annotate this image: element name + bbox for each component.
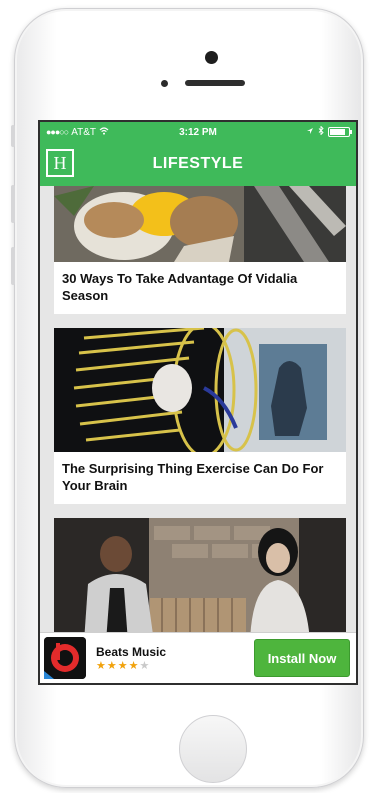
section-header: H LIFESTYLE	[40, 142, 356, 186]
signal-strength-icon: ●●●○○	[46, 127, 69, 137]
star-icon: ★	[117, 659, 129, 672]
wifi-icon	[99, 126, 109, 138]
phone-screen: ●●●○○ AT&T 3:12 PM H LIFESTYLE 30 Ways T…	[38, 120, 358, 685]
huffpost-logo-button[interactable]: H	[46, 149, 74, 177]
install-now-button[interactable]: Install Now	[254, 639, 350, 677]
status-bar: ●●●○○ AT&T 3:12 PM	[40, 122, 356, 142]
ad-banner[interactable]: Beats Music ★★★★★ Install Now	[40, 632, 356, 683]
article-card[interactable]	[54, 518, 346, 642]
mute-switch	[11, 125, 15, 147]
article-image-food	[54, 186, 346, 262]
beats-music-app-icon	[44, 637, 86, 679]
article-title: The Surprising Thing Exercise Can Do For…	[62, 461, 324, 493]
article-title: 30 Ways To Take Advantage Of Vidalia Sea…	[62, 271, 298, 303]
front-camera	[205, 51, 218, 64]
star-icon: ★	[128, 659, 140, 672]
home-button[interactable]	[179, 715, 247, 783]
location-arrow-icon	[306, 127, 314, 138]
article-image-people	[54, 518, 346, 642]
volume-up-button	[11, 185, 15, 223]
carrier-label: AT&T	[71, 126, 97, 138]
star-icon: ★	[96, 659, 107, 672]
ad-app-name: Beats Music	[96, 644, 167, 659]
star-icon: ★	[106, 659, 118, 672]
section-title: LIFESTYLE	[152, 155, 244, 172]
battery-icon	[328, 127, 352, 137]
article-card[interactable]: The Surprising Thing Exercise Can Do For…	[54, 328, 346, 504]
earpiece-speaker	[185, 80, 245, 86]
bluetooth-icon	[318, 125, 324, 138]
article-card[interactable]: 30 Ways To Take Advantage Of Vidalia Sea…	[54, 186, 346, 314]
star-empty-icon: ★	[139, 659, 151, 672]
proximity-sensor	[161, 80, 168, 87]
article-image-hamster-wheel	[54, 328, 346, 452]
star-rating: ★★★★★	[96, 659, 254, 672]
logo-letter: H	[53, 152, 67, 173]
volume-down-button	[11, 247, 15, 285]
ad-info: Beats Music ★★★★★	[96, 645, 254, 672]
